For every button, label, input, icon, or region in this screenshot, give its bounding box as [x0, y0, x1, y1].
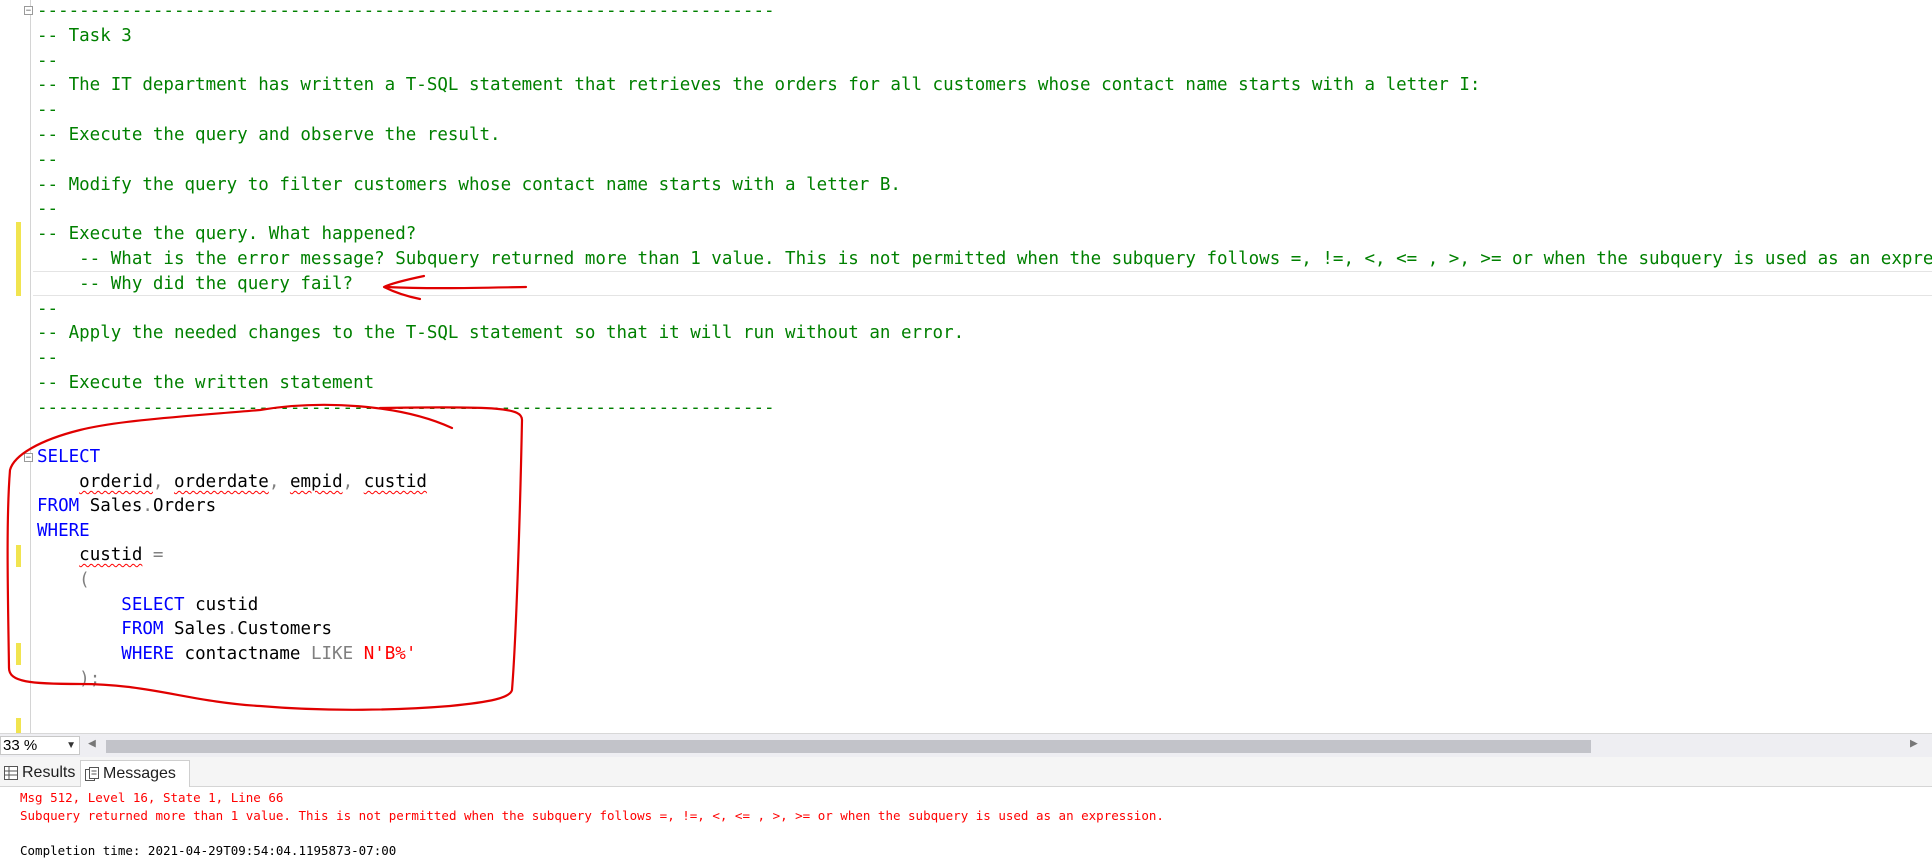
comma: , [342, 472, 354, 492]
grid-icon [4, 765, 18, 780]
comment-line[interactable]: -- [37, 297, 58, 322]
scrollbar-thumb[interactable] [106, 740, 1591, 753]
code-line[interactable]: SELECT [37, 445, 100, 470]
keyword-from: FROM [121, 619, 164, 639]
results-tab-strip: Results Messages [0, 757, 1932, 787]
schema-name: Sales [89, 496, 143, 516]
error-message-text: Subquery returned more than 1 value. Thi… [20, 808, 1164, 823]
tab-results-label: Results [22, 764, 76, 781]
equals-operator: = [152, 545, 164, 565]
close-paren: ); [79, 669, 101, 689]
column-orderdate: orderdate [174, 472, 269, 492]
keyword-where: WHERE [121, 644, 174, 664]
code-line[interactable]: ); [37, 667, 100, 692]
keyword-select: SELECT [121, 595, 185, 615]
comment-line[interactable]: -- Why did the query fail? [37, 272, 353, 297]
gutter-divider [30, 0, 31, 733]
comment-line[interactable]: -- [37, 98, 58, 123]
code-line[interactable]: orderid, orderdate, empid, custid [37, 470, 427, 495]
comment-line[interactable]: ----------------------------------------… [37, 0, 775, 24]
keyword-from: FROM [37, 496, 80, 516]
comment-line[interactable]: -- The IT department has written a T-SQL… [37, 73, 1480, 98]
comment-line[interactable]: -- Apply the needed changes to the T-SQL… [37, 321, 964, 346]
column-empid: empid [289, 472, 343, 492]
completion-time: Completion time: 2021-04-29T09:54:04.119… [20, 843, 397, 858]
comment-line[interactable]: -- Execute the query. What happened? [37, 222, 416, 247]
code-line[interactable]: FROM Sales.Orders [37, 494, 216, 519]
code-line[interactable]: WHERE [37, 519, 90, 544]
fold-collapse-icon[interactable]: − [24, 6, 33, 16]
tab-messages[interactable]: Messages [80, 760, 190, 787]
code-line[interactable]: WHERE contactname LIKE N'B%' [37, 642, 416, 667]
comma: , [268, 472, 280, 492]
comment-line[interactable]: -- [37, 49, 58, 74]
change-marker [16, 718, 21, 733]
open-paren: ( [79, 570, 90, 590]
fold-collapse-icon[interactable]: − [24, 453, 33, 463]
tab-messages-label: Messages [103, 765, 176, 782]
comment-line[interactable]: ----------------------------------------… [37, 396, 775, 421]
comma: , [152, 472, 164, 492]
table-name: Orders [152, 496, 217, 516]
dot: . [142, 496, 153, 516]
zoom-value: 33 % [3, 737, 38, 754]
column-custid: custid [363, 472, 427, 492]
horizontal-scrollbar[interactable]: 33 % ▼ ◀ ▶ [0, 733, 1932, 757]
string-literal: N'B%' [363, 644, 417, 664]
change-marker [16, 545, 21, 567]
messages-panel[interactable]: Msg 512, Level 16, State 1, Line 66 Subq… [0, 787, 1932, 865]
tab-results[interactable]: Results [0, 760, 80, 787]
zoom-select[interactable]: 33 % ▼ [0, 736, 80, 755]
keyword-select: SELECT [37, 447, 101, 467]
comment-line[interactable]: -- [37, 197, 58, 222]
scroll-right-icon[interactable]: ▶ [1910, 736, 1918, 751]
column-custid: custid [79, 545, 143, 565]
comment-line[interactable]: -- Modify the query to filter customers … [37, 173, 901, 198]
change-marker [16, 222, 21, 296]
code-line[interactable]: custid = [37, 543, 163, 568]
comment-line[interactable]: -- Task 3 [37, 24, 132, 49]
error-message-header: Msg 512, Level 16, State 1, Line 66 [20, 790, 284, 805]
comment-line[interactable]: -- Execute the written statement [37, 371, 374, 396]
dot: . [226, 619, 238, 639]
column-contactname: contactname [184, 644, 301, 664]
code-line[interactable]: FROM Sales.Customers [37, 617, 332, 642]
column-custid: custid [195, 595, 259, 615]
schema-name: Sales [174, 619, 227, 639]
keyword-like: LIKE [310, 644, 354, 664]
change-marker [16, 643, 21, 665]
column-orderid: orderid [79, 472, 153, 492]
table-name: Customers [237, 619, 333, 639]
comment-line[interactable]: -- [37, 346, 58, 371]
chevron-down-icon: ▼ [66, 740, 76, 751]
code-line[interactable]: ( [37, 568, 90, 593]
keyword-where: WHERE [37, 521, 90, 541]
messages-icon [85, 766, 99, 781]
comment-line[interactable]: -- Execute the query and observe the res… [37, 123, 501, 148]
comment-line[interactable]: -- [37, 148, 58, 173]
scroll-left-icon[interactable]: ◀ [88, 736, 96, 751]
comment-line[interactable]: -- What is the error message? Subquery r… [37, 247, 1932, 272]
code-line[interactable]: SELECT custid [37, 593, 258, 618]
query-editor[interactable]: − − ------------------------------------… [0, 0, 1932, 733]
